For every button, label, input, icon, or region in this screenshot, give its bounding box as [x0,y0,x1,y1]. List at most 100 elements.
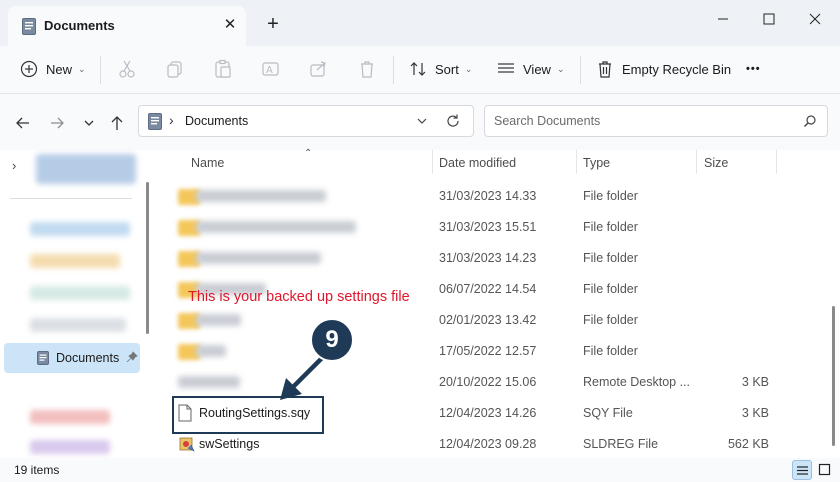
column-header-size[interactable]: Size [704,156,728,170]
maximize-icon [763,13,775,25]
recent-locations-icon[interactable] [78,112,100,134]
breadcrumb-chevron-icon[interactable]: › [169,112,174,128]
new-button[interactable]: New ⌄ [20,55,86,83]
navigation-pane: › Documents [0,150,156,458]
minimize-button[interactable] [700,4,746,34]
forward-icon[interactable] [46,112,68,134]
file-type: Remote Desktop ... [583,375,690,389]
rename-icon[interactable]: A [261,59,281,79]
divider [100,56,101,84]
blurred-file-name [196,314,241,326]
table-row[interactable]: 31/03/2023 14.33 File folder [166,181,786,212]
blurred-nav-item[interactable] [30,440,110,454]
table-row[interactable]: 20/10/2022 15.06 Remote Desktop ... 3 KB [166,367,786,398]
view-button[interactable]: View ⌄ [497,55,565,83]
details-view-button[interactable] [792,460,812,480]
new-tab-button[interactable]: + [262,13,284,35]
sldreg-icon [179,437,195,452]
column-header-name[interactable]: Name [191,156,224,170]
documents-folder-icon [148,113,162,130]
close-icon [809,13,821,25]
file-type: File folder [583,220,638,234]
file-type: File folder [583,313,638,327]
file-date: 06/07/2022 14.54 [439,282,537,296]
svg-text:A: A [266,65,273,76]
tab-title: Documents [44,18,115,33]
file-type: File folder [583,282,638,296]
pin-icon [126,351,138,363]
chevron-down-icon: ⌄ [556,63,565,74]
sidebar-item-documents[interactable]: Documents [4,343,140,373]
file-date: 12/04/2023 14.26 [439,406,537,420]
file-date: 31/03/2023 14.23 [439,251,537,265]
column-divider[interactable] [432,150,433,174]
file-list-scrollbar[interactable] [832,306,835,446]
chevron-down-icon: ⌄ [464,63,473,74]
view-icon [498,63,514,73]
table-row[interactable]: 31/03/2023 14.23 File folder [166,243,786,274]
file-size: 562 KB [727,437,769,451]
column-header-date[interactable]: Date modified [439,156,516,170]
new-label: New [46,61,73,77]
tiles-view-icon [818,463,831,476]
blurred-nav-item[interactable] [36,154,136,184]
file-type: File folder [583,189,638,203]
sort-button[interactable]: Sort ⌄ [409,55,472,83]
item-count: 19 items [14,463,60,477]
table-row[interactable]: 02/01/2023 13.42 File folder [166,305,786,336]
navigation-scrollbar[interactable] [146,182,149,334]
file-type: SQY File [583,406,633,420]
command-bar: New ⌄ A Sort ⌄ View ⌄ Empty Recycle Bin … [0,46,840,94]
share-icon[interactable] [309,59,329,79]
file-size: 3 KB [741,406,769,420]
sort-icon [410,62,426,76]
file-name: swSettings [199,437,260,451]
address-bar[interactable]: › Documents [138,105,474,137]
cut-icon[interactable] [117,59,137,79]
column-divider[interactable] [696,150,697,174]
maximize-button[interactable] [746,4,792,34]
more-icon: ••• [746,63,761,75]
status-bar: 19 items [0,458,840,482]
column-header-type[interactable]: Type [583,156,610,170]
table-row[interactable]: 31/03/2023 15.51 File folder [166,212,786,243]
blurred-nav-item[interactable] [30,318,126,332]
blurred-nav-item[interactable] [30,222,130,236]
sidebar-item-label: Documents [56,351,120,365]
back-icon[interactable] [12,112,34,134]
up-icon[interactable] [106,112,128,134]
paste-icon[interactable] [213,59,233,79]
table-row[interactable]: 17/05/2022 12.57 File folder [166,336,786,367]
documents-folder-icon [37,351,49,365]
file-date: 20/10/2022 15.06 [439,375,537,389]
empty-recycle-bin-label: Empty Recycle Bin [622,61,732,77]
tiles-view-button[interactable] [815,460,835,480]
copy-icon[interactable] [165,59,185,79]
search-icon [804,115,816,127]
blurred-nav-item[interactable] [30,410,110,424]
blurred-file-name [196,221,356,233]
breadcrumb-documents[interactable]: Documents [185,114,248,128]
expand-chevron-icon[interactable]: › [12,158,16,173]
file-date: 12/04/2023 09.28 [439,437,537,451]
empty-recycle-bin-button[interactable]: Empty Recycle Bin [596,55,731,83]
file-date: 02/01/2023 13.42 [439,313,537,327]
blurred-nav-item[interactable] [30,254,120,268]
close-tab-icon[interactable]: ✕ [220,15,240,35]
close-window-button[interactable] [792,4,838,34]
tab-documents[interactable]: Documents ✕ [8,6,246,46]
blurred-file-name [196,190,326,202]
file-date: 17/05/2022 12.57 [439,344,537,358]
divider [10,198,132,199]
step-badge: 9 [310,318,354,362]
chevron-down-icon[interactable] [415,114,429,128]
more-options-button[interactable]: ••• [746,55,761,83]
delete-icon[interactable] [357,59,377,79]
refresh-icon[interactable] [445,113,461,129]
blurred-nav-item[interactable] [30,286,130,300]
column-divider[interactable] [576,150,577,174]
blurred-file-name [196,252,321,264]
column-divider[interactable] [776,150,777,174]
search-input[interactable]: Search Documents [484,105,828,137]
recycle-bin-icon [599,61,611,78]
